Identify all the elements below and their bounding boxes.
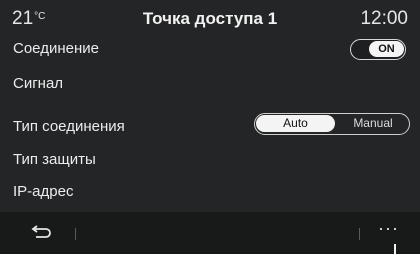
- connection-type-selector: Auto Manual: [254, 113, 410, 135]
- page-title: Точка доступа 1: [142, 9, 278, 28]
- connection-toggle[interactable]: ON: [350, 39, 406, 60]
- more-options-button[interactable]: ···: [378, 218, 399, 239]
- connection-type-label: Тип соединения: [13, 118, 125, 135]
- settings-row-connection[interactable]: Соединение ON: [0, 31, 420, 65]
- signal-label: Сигнал: [13, 75, 64, 92]
- connection-label: Соединение: [13, 40, 99, 57]
- divider-right: [359, 228, 360, 240]
- settings-row-security-type[interactable]: Тип защиты: [0, 142, 420, 176]
- back-arrow-icon[interactable]: [30, 224, 52, 240]
- settings-row-signal[interactable]: Сигнал: [0, 66, 420, 100]
- option-auto[interactable]: Auto: [256, 115, 335, 132]
- toggle-state-label: ON: [369, 41, 404, 57]
- clock: 12:00: [360, 8, 408, 29]
- divider-left: [75, 228, 76, 240]
- ip-address-label: IP-адрес: [13, 183, 74, 200]
- scroll-indicator: [394, 244, 396, 254]
- settings-row-ip-address[interactable]: IP-адрес: [0, 174, 420, 208]
- security-type-label: Тип защиты: [13, 151, 96, 168]
- bottom-bar: ···: [0, 212, 420, 254]
- option-manual[interactable]: Manual: [339, 115, 407, 132]
